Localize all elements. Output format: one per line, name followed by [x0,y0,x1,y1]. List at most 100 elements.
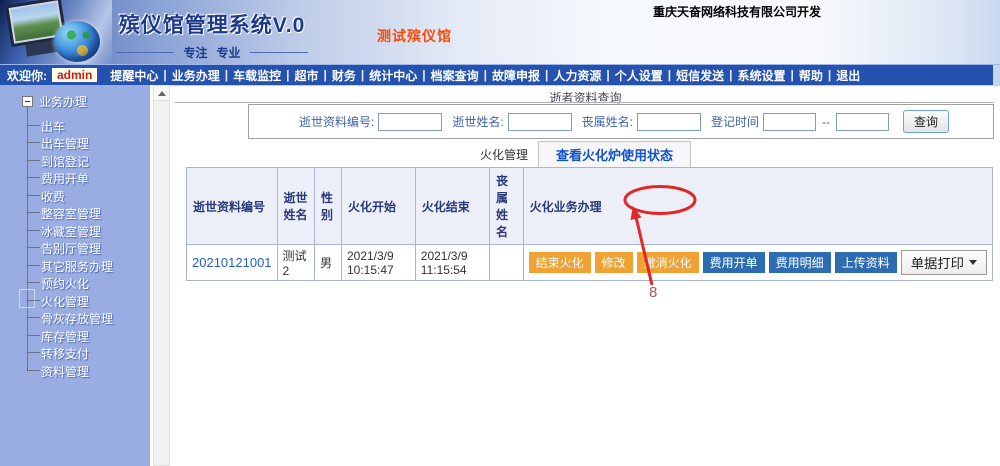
register-time-from-input[interactable] [763,113,816,131]
modify-button[interactable]: 修改 [595,252,633,273]
slogan-right: 专业 [217,44,241,61]
sidebar-item-ashes-storage[interactable]: 骨灰存放管理 [41,310,113,327]
sidebar-item-charge[interactable]: 收费 [41,188,65,205]
cell-family-name [489,245,523,281]
sidebar-item-arrival-register[interactable]: 到馆登记 [41,153,89,170]
nav-item-vehicle-monitor[interactable]: 车载监控 [233,67,281,84]
nav-item-sms[interactable]: 短信发送 [676,67,724,84]
sidebar-item-data-mgmt[interactable]: 资料管理 [41,363,89,380]
register-time-to-input[interactable] [836,113,889,131]
nav-separator: | [484,68,487,82]
cell-deceased-name: 测试2 [277,245,314,281]
nav-separator: | [790,68,793,82]
col-cremation-end: 火化结束 [415,168,489,245]
nav-item-logout[interactable]: 退出 [836,67,860,84]
register-time-label: 登记时间 [711,113,759,130]
cell-gender: 男 [315,245,342,281]
nav-separator: | [606,68,609,82]
nav-item-statistics[interactable]: 统计中心 [369,67,417,84]
col-gender: 性别 [315,168,342,245]
deceased-name-input[interactable] [508,113,572,131]
cremation-section-bar: 火化管理 查看火化炉使用状态 [171,142,1000,166]
sidebar-item-transfer-payment[interactable]: 转移支付 [41,345,89,362]
window-edge [993,65,1000,86]
nav-item-archive-query[interactable]: 档案查询 [431,67,479,84]
nav-item-business[interactable]: 业务办理 [172,67,220,84]
app-header: 殡仪馆管理系统V.0 专注 专业 测试殡仪馆 重庆天奋网络科技有限公司开发 [0,0,1000,64]
nav-separator: | [323,68,326,82]
nav-item-fault-report[interactable]: 故障申报 [492,67,540,84]
sidebar-root-business[interactable]: 业务办理 [22,93,87,110]
record-no-link[interactable]: 20210121001 [192,255,272,270]
col-family-name: 丧属姓名 [489,168,523,245]
sidebar-item-dispatch-mgmt[interactable]: 出车管理 [41,135,89,152]
furnace-status-button[interactable]: 查看火化炉使用状态 [538,141,691,168]
main-content: 逝者资料查询 逝世资料编号: 逝世姓名: 丧属姓名: 登记时间 -- 查询 火化… [171,85,1000,466]
cremation-table: 逝世资料编号 逝世姓名 性别 火化开始 火化结束 丧属姓名 火化业务办理 202… [186,167,993,281]
sidebar-item-other-services[interactable]: 其它服务办理 [41,258,113,275]
nav-item-help[interactable]: 帮助 [799,67,823,84]
sidebar-item-fee-billing[interactable]: 费用开单 [41,170,89,187]
cell-cremation-start: 2021/3/9 10:15:47 [341,245,415,281]
print-receipt-dropdown[interactable]: 单据打印 [901,250,987,275]
sidebar-item-cosmetic-room[interactable]: 整容室管理 [41,205,101,222]
app-window: 殡仪馆管理系统V.0 专注 专业 测试殡仪馆 重庆天奋网络科技有限公司开发 欢迎… [0,0,1000,466]
nav-item-supermarket[interactable]: 超市 [294,67,318,84]
sidebar-item-dispatch[interactable]: 出车 [41,118,65,135]
family-name-label: 丧属姓名: [582,113,633,130]
sidebar-item-cremation-mgmt[interactable]: 火化管理 [41,293,89,310]
record-no-input[interactable] [378,113,442,131]
scrollbar-up-icon[interactable] [154,86,169,101]
search-form: 逝世资料编号: 逝世姓名: 丧属姓名: 登记时间 -- 查询 [248,104,994,139]
table-row: 20210121001 测试2 男 2021/3/9 10:15:47 2021… [187,245,993,281]
upload-data-button[interactable]: 上传资料 [835,252,897,273]
sidebar-scrollbar[interactable] [153,85,170,466]
nav-item-reminder-center[interactable]: 提醒中心 [110,67,158,84]
slogan-left: 专注 [183,44,207,61]
nav-separator: | [422,68,425,82]
sidebar-menu: 业务办理 出车 出车管理 到馆登记 费用开单 收费 整容室管理 冰藏室管理 告别… [0,85,150,466]
sidebar-item-inventory[interactable]: 库存管理 [41,328,89,345]
nav-separator: | [163,68,166,82]
app-slogan: 专注 专业 [96,44,328,61]
nav-item-system-settings[interactable]: 系统设置 [737,67,785,84]
cancel-cremation-button[interactable]: 撤消火化 [637,252,699,273]
col-actions: 火化业务办理 [523,168,992,245]
sidebar-item-cremation-booking[interactable]: 预约火化 [41,275,89,292]
tree-selected-box [19,289,35,308]
print-receipt-label: 单据打印 [911,253,964,272]
divider [175,102,994,103]
col-record-no: 逝世资料编号 [187,168,278,245]
col-deceased-name: 逝世姓名 [277,168,314,245]
nav-separator: | [729,68,732,82]
collapse-icon[interactable] [22,96,33,107]
family-name-input[interactable] [637,113,701,131]
slogan-rule-right [250,52,308,53]
sidebar-item-farewell-hall[interactable]: 告别厅管理 [41,240,101,257]
nav-separator: | [545,68,548,82]
nav-separator: | [361,68,364,82]
query-button[interactable]: 查询 [903,110,949,133]
col-cremation-start: 火化开始 [341,168,415,245]
username-badge[interactable]: admin [52,68,97,82]
nav-item-finance[interactable]: 财务 [332,67,356,84]
sidebar-item-cold-storage[interactable]: 冰藏室管理 [41,223,101,240]
app-title: 殡仪馆管理系统V.0 [96,9,328,39]
nav-item-personal-settings[interactable]: 个人设置 [615,67,663,84]
top-navbar: 欢迎你: admin 提醒中心 | 业务办理 | 车载监控 | 超市 | 财务 … [0,64,1000,85]
nav-separator: | [828,68,831,82]
title-block: 殡仪馆管理系统V.0 专注 专业 [96,9,328,61]
nav-separator: | [225,68,228,82]
deceased-name-label: 逝世姓名: [452,113,503,130]
sidebar-root-label[interactable]: 业务办理 [39,93,87,110]
cell-cremation-end: 2021/3/9 11:15:54 [415,245,489,281]
venue-name: 测试殡仪馆 [377,26,452,46]
end-cremation-button[interactable]: 结束火化 [529,252,591,273]
nav-separator: | [286,68,289,82]
nav-item-hr[interactable]: 人力资源 [553,67,601,84]
row-actions: 结束火化 修改 撤消火化 费用开单 费用明细 上传资料 单据打印 [529,250,987,275]
welcome-label: 欢迎你: [7,67,47,84]
fee-detail-button[interactable]: 费用明细 [769,252,831,273]
fee-billing-button[interactable]: 费用开单 [703,252,765,273]
date-range-separator: -- [822,115,830,129]
